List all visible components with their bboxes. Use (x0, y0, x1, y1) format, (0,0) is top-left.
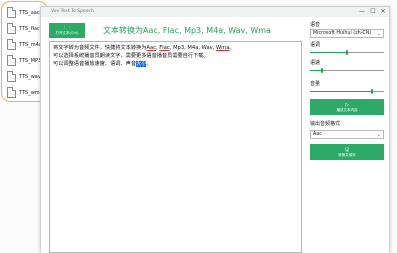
title-bar[interactable]: Vov Text To Speech — ☐ ✕ (41, 7, 389, 17)
file-label: TTS_aac (19, 9, 40, 16)
pitch-slider[interactable] (310, 50, 384, 55)
main-content: 🗀 打开文本(Ctrl) 文本转换为Aac, Flac, Mp3, M4a, W… (41, 17, 389, 253)
file-item-flac[interactable]: TTS_flac (7, 23, 40, 34)
file-item-mp3[interactable]: TTS_MP3 (7, 55, 41, 66)
document-icon (7, 39, 16, 50)
file-item-wav[interactable]: TTS_wav (7, 71, 41, 82)
desktop: TTS_aac TTS_flac TTS_m4a TTS_MP3 TTS_wav… (0, 0, 397, 253)
play-button[interactable]: ▷ 播放文本内容 (310, 99, 384, 115)
voice-select[interactable]: Microsoft Huihui (zh-CN) ⌄ (310, 29, 384, 38)
convert-button-label: 转换并保存 (338, 152, 356, 157)
document-icon (7, 87, 16, 98)
format-label: 输出音频格式 (310, 121, 341, 127)
file-label: TTS_m4a (19, 41, 42, 48)
pitch-label: 语调 (310, 42, 321, 48)
open-text-label: 打开文本(Ctrl) (55, 31, 79, 35)
maximize-button[interactable]: ☐ (368, 8, 378, 16)
settings-panel: 语音 Microsoft Huihui (zh-CN) ⌄ 语调 语速 音量 ▷… (310, 17, 388, 253)
open-text-button[interactable]: 🗀 打开文本(Ctrl) (49, 23, 85, 38)
file-label: TTS_wav (19, 73, 41, 80)
selected-text: 大小 (136, 61, 147, 67)
editor-line-1: 将文字转为音频文件，快捷将文本转换为Aac, Flac, Mp3, M4a, W… (53, 45, 235, 51)
file-item-aac[interactable]: TTS_aac (7, 7, 40, 18)
file-item-m4a[interactable]: TTS_m4a (7, 39, 42, 50)
file-label: TTS_flac (19, 25, 40, 32)
convert-save-button[interactable]: 🖫 转换并保存 (310, 144, 384, 160)
editor-line-2: 可以选择系统播音员朗读文字，需要更多语音播音员需要自行下载。 (53, 53, 209, 59)
volume-label: 音量 (310, 81, 321, 87)
editor-line-3: 可以调整语音播放速度、语调、声音大小。 (53, 61, 152, 67)
window-title: Vov Text To Speech (51, 9, 94, 14)
rate-slider[interactable] (310, 68, 384, 73)
rate-label: 语速 (310, 60, 321, 66)
document-icon (7, 71, 16, 82)
minimize-button[interactable]: — (357, 8, 367, 16)
page-heading: 文本转换为Aac, Flac, Mp3, M4a, Wav, Wma (103, 26, 271, 35)
volume-slider[interactable] (310, 89, 384, 94)
app-window: Vov Text To Speech — ☐ ✕ 🗀 打开文本(Ctrl) 文本… (40, 6, 390, 253)
chevron-down-icon: ⌄ (376, 31, 381, 37)
play-button-label: 播放文本内容 (336, 107, 358, 112)
file-label: TTS_MP3 (19, 57, 42, 64)
document-icon (7, 7, 16, 18)
voice-label: 语音 (310, 22, 321, 28)
format-select[interactable]: Aac ⌄ (310, 130, 384, 139)
document-icon (7, 23, 16, 34)
document-icon (7, 55, 16, 66)
text-editor[interactable]: 将文字转为音频文件，快捷将文本转换为Aac, Flac, Mp3, M4a, W… (49, 41, 302, 253)
chevron-down-icon: ⌄ (376, 132, 381, 138)
file-item-wma[interactable]: TTS_wma (7, 87, 43, 98)
close-button[interactable]: ✕ (378, 8, 388, 16)
slider-thumb[interactable] (346, 50, 348, 55)
slider-thumb[interactable] (371, 89, 374, 94)
slider-thumb[interactable] (320, 68, 323, 73)
